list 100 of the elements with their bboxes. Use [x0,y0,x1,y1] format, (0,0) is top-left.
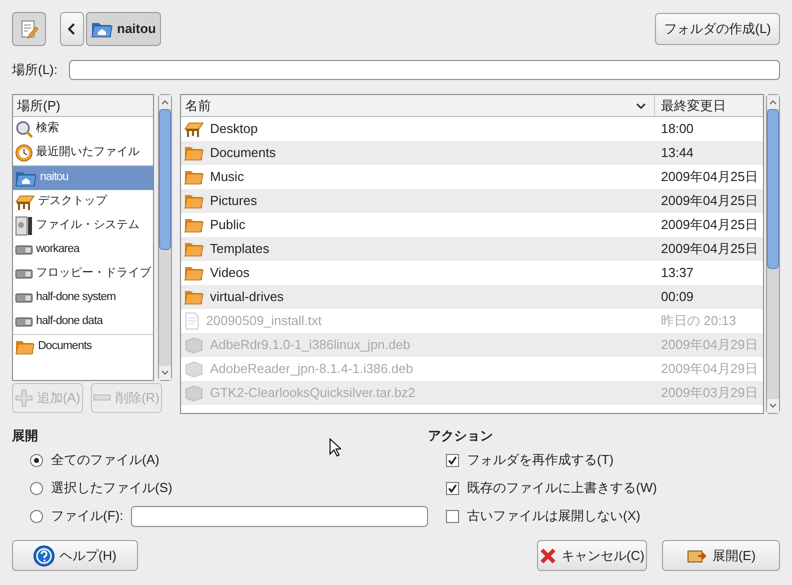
file-row[interactable]: Templates 2009年04月25日 [181,237,763,261]
modified-date: 2009年04月25日 [660,192,759,210]
folder-icon [184,288,204,306]
path-button[interactable]: naitou [86,12,161,46]
scrollbar[interactable] [766,94,780,414]
modified-date: 00:09 [660,288,695,306]
extract-section-title: 展開 [12,427,39,445]
modified-date: 2009年04月25日 [660,240,759,258]
file-row[interactable]: Documents 13:44 [181,141,763,165]
magnifier-icon [15,120,33,138]
radio-option[interactable]: 全てのファイル(A) [30,450,160,470]
location-field[interactable] [69,60,780,80]
place-item[interactable]: フロッピー・ドライブ [13,262,153,286]
file-row[interactable]: Pictures 2009年04月25日 [181,189,763,213]
clock-icon [15,144,33,162]
scroll-up-icon[interactable] [159,95,171,109]
home-folder-icon [15,169,37,187]
checkbox[interactable] [446,510,459,522]
file-name: Desktop [210,120,258,138]
scroll-down-icon[interactable] [159,366,171,380]
minus-icon [93,394,112,402]
file-name: Videos [210,264,250,282]
checkbox-option[interactable]: 既存のファイルに上書きする(W) [428,474,780,502]
edit-toggle-button[interactable] [12,12,46,46]
checkbox-option[interactable]: フォルダを再作成する(T) [428,446,780,474]
plus-icon [14,389,33,407]
radio-option[interactable]: ファイル(F): [30,506,124,526]
file-name: Music [210,168,244,186]
modified-date: 2009年04月25日 [660,216,759,234]
modified-date: 昨日の 20:13 [660,312,738,330]
scroll-up-icon[interactable] [767,95,779,109]
places-header[interactable]: 場所(P) [13,95,153,117]
place-item[interactable]: ファイル・システム [13,214,153,238]
checkbox[interactable] [446,482,459,494]
checkbox-option[interactable]: 古いファイルは展開しない(X) [428,502,780,530]
modified-date: 13:44 [660,144,695,162]
place-item[interactable]: half-done data [13,310,153,334]
column-header[interactable]: 名前 [181,95,655,116]
place-item[interactable]: workarea [13,238,153,262]
place-item[interactable]: Documents [13,335,153,359]
file-name: Public [210,216,246,234]
modified-date: 18:00 [660,120,695,138]
place-item[interactable]: half-done system [13,286,153,310]
folder-icon [184,240,204,258]
back-button[interactable] [60,12,84,46]
package-icon [184,336,204,354]
document-icon [184,312,200,330]
file-pattern-field[interactable] [131,506,428,526]
sort-caret-icon [636,102,646,110]
home-folder-icon [91,20,113,38]
disk-icon [15,216,33,236]
package-icon [184,384,204,402]
place-item[interactable]: 最近開いたファイル [13,141,153,165]
file-row[interactable]: virtual-drives 00:09 [181,285,763,309]
drive-icon [15,292,33,304]
help-button[interactable]: ヘルプ(H) [12,540,138,571]
back-icon [68,23,76,35]
table-icon [15,193,35,211]
folder-icon [184,192,204,210]
file-name: virtual-drives [210,288,284,306]
file-name: Pictures [210,192,257,210]
file-name: GTK2-ClearlooksQuicksilver.tar.bz2 [210,384,416,402]
radio-button[interactable] [30,482,43,494]
file-name: Documents [210,144,276,162]
file-name: 20090509_install.txt [206,312,322,330]
radio-option[interactable]: 選択したファイル(S) [30,478,172,498]
extract-button[interactable]: 展開(E) [662,540,780,571]
drive-icon [15,268,33,280]
drive-icon [15,316,33,328]
scroll-down-icon[interactable] [767,399,779,413]
folder-icon [184,264,204,282]
drive-icon [15,244,33,256]
mouse-pointer-icon [329,438,341,457]
scroll-thumb[interactable] [767,109,779,268]
file-name: AdbeRdr9.1.0-1_i386linux_jpn.deb [210,336,410,354]
file-name: Templates [210,240,270,258]
location-label: 場所(L): [12,61,58,80]
file-name: AdobeReader_jpn-8.1.4-1.i386.deb [210,360,414,378]
cancel-button[interactable]: キャンセル(C) [537,540,647,571]
table-icon [184,120,204,138]
radio-button[interactable] [30,510,43,522]
radio-button[interactable] [30,454,43,466]
scrollbar[interactable] [158,94,172,381]
checkbox[interactable] [446,454,459,466]
modified-date: 2009年04月25日 [660,168,759,186]
close-icon [539,546,558,564]
action-section-title: アクション [428,427,494,445]
folder-icon [184,168,204,186]
notepad-pencil-icon [19,19,39,39]
modified-date: 2009年03月29日 [660,384,759,402]
help-icon [33,544,56,566]
scroll-thumb[interactable] [159,109,171,250]
place-item[interactable]: 検索 [13,117,153,141]
modified-date: 2009年04月29日 [660,360,759,378]
column-header[interactable]: 最終変更日 [655,95,763,116]
folder-icon [184,144,204,162]
package-icon [184,360,204,378]
place-item[interactable]: デスクトップ [13,190,153,214]
folder-icon [15,338,35,356]
create-folder-button[interactable]: フォルダの作成(L) [655,13,780,45]
